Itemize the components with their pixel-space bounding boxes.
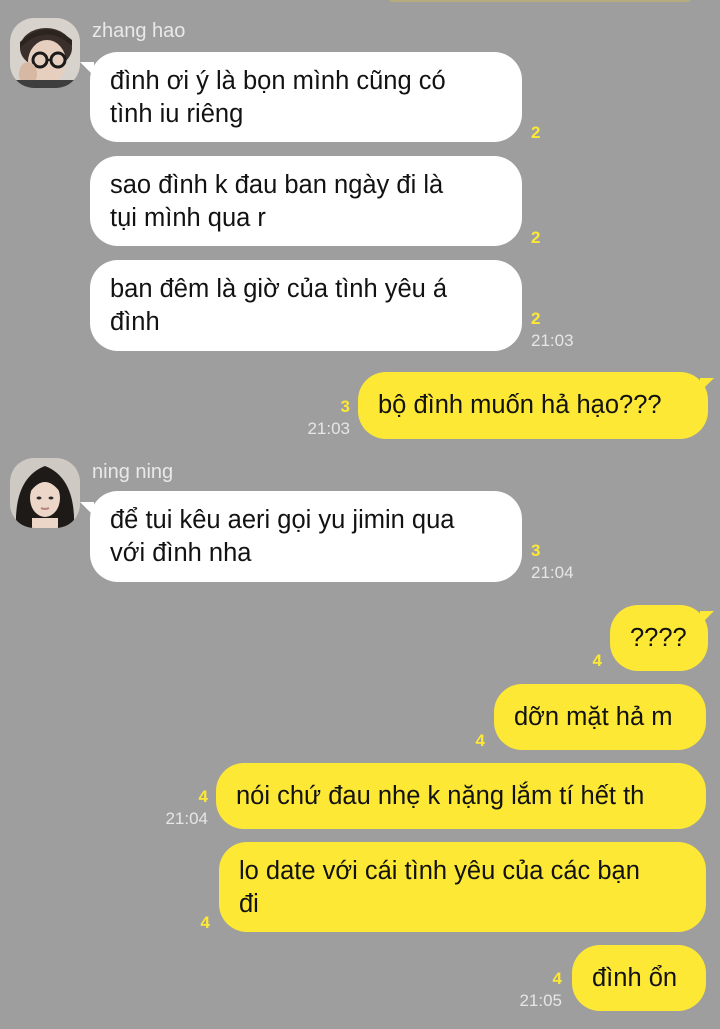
unread-count: 4	[200, 913, 210, 932]
message-line: đình ổn	[592, 964, 678, 992]
avatar-zhang-hao[interactable]	[10, 18, 80, 88]
outgoing-message[interactable]: nói chứ đau nhẹ k nặng lắm tí hết th	[216, 763, 706, 829]
unread-count: 4	[198, 787, 208, 806]
message-line: tình iu riêng	[110, 100, 244, 128]
message-line: sao đình k đau ban ngày đi là	[110, 171, 444, 199]
message-line: bộ đình muốn hả hạo???	[378, 391, 662, 419]
timestamp: 21:04	[531, 563, 574, 582]
bubble-tail	[700, 378, 714, 392]
incoming-message[interactable]: đình ơi ý là bọn mình cũng có tình iu ri…	[90, 52, 522, 142]
top-divider	[390, 0, 690, 2]
unread-count: 4	[475, 731, 485, 750]
sender-name: ning ning	[92, 461, 174, 483]
outgoing-message[interactable]: bộ đình muốn hả hạo???	[358, 372, 708, 439]
avatar-ning-ning[interactable]	[10, 458, 80, 528]
unread-count: 3	[340, 397, 350, 416]
timestamp: 21:03	[531, 331, 574, 350]
outgoing-message[interactable]: lo date với cái tình yêu của các bạn đi	[219, 842, 706, 932]
unread-count: 4	[552, 969, 562, 988]
message-line: ????	[630, 624, 687, 652]
message-line: đình ơi ý là bọn mình cũng có	[110, 67, 446, 95]
message-line: với đình nha	[110, 539, 252, 567]
incoming-message[interactable]: để tui kêu aeri gọi yu jimin qua với đìn…	[90, 491, 522, 582]
sender-name: zhang hao	[92, 20, 186, 42]
message-line: để tui kêu aeri gọi yu jimin qua	[110, 506, 455, 534]
timestamp: 21:05	[519, 991, 562, 1010]
outgoing-message[interactable]: dỡn mặt hả m	[494, 684, 706, 750]
message-line: đình	[110, 308, 160, 336]
unread-count: 4	[592, 651, 602, 670]
unread-count: 3	[531, 541, 541, 560]
unread-count: 2	[531, 309, 541, 328]
incoming-message[interactable]: ban đêm là giờ của tình yêu á đình	[90, 260, 522, 351]
outgoing-message[interactable]: ????	[610, 605, 708, 671]
outgoing-message[interactable]: đình ổn	[572, 945, 706, 1011]
timestamp: 21:03	[307, 419, 350, 438]
message-line: đi	[239, 890, 259, 918]
timestamp: 21:04	[165, 809, 208, 828]
unread-count: 2	[531, 228, 541, 247]
bubble-tail	[700, 611, 714, 625]
message-line: tụi mình qua r	[110, 204, 266, 232]
message-line: nói chứ đau nhẹ k nặng lắm tí hết th	[236, 782, 645, 810]
message-line: lo date với cái tình yêu của các bạn	[239, 857, 640, 885]
message-line: dỡn mặt hả m	[514, 703, 673, 731]
unread-count: 2	[531, 123, 541, 142]
message-line: ban đêm là giờ của tình yêu á	[110, 275, 448, 303]
incoming-message[interactable]: sao đình k đau ban ngày đi là tụi mình q…	[90, 156, 522, 246]
